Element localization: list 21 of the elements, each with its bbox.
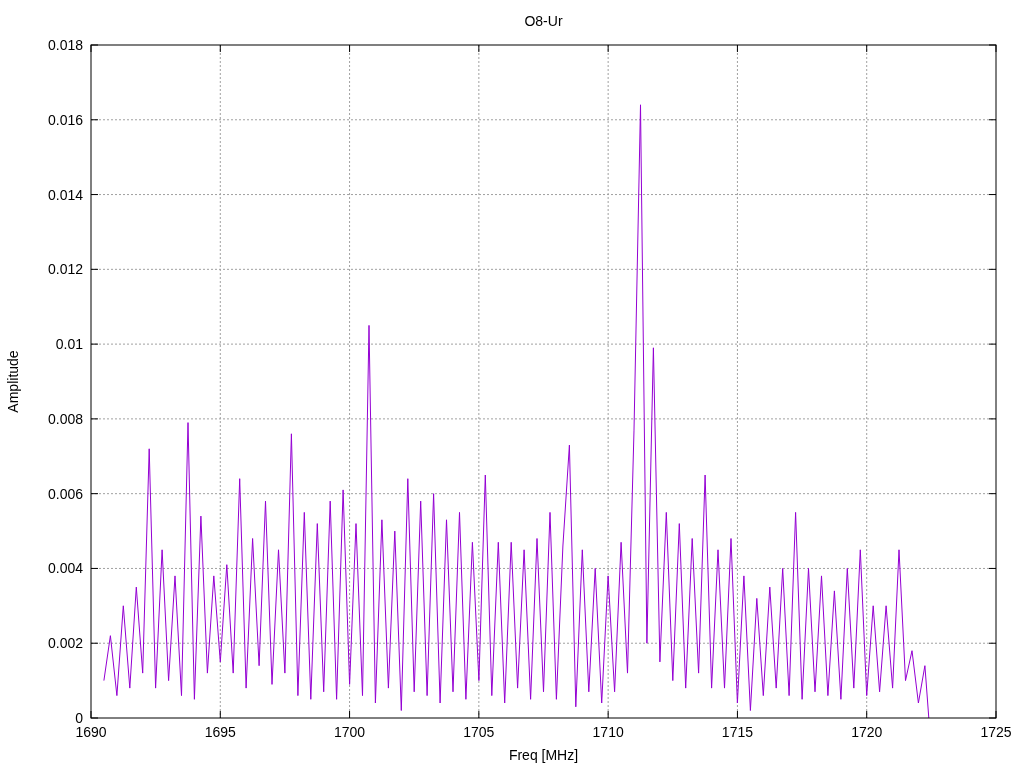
tick-label: 1690 [75,724,107,740]
tick-label: 1725 [980,724,1012,740]
tick-label: 0.008 [47,410,83,427]
tick-label: 1715 [721,724,753,740]
tick-label: 1700 [334,724,366,740]
y-axis-label: Amplitude [5,350,21,413]
tick-label: 0.016 [47,111,83,128]
tick-label: 1720 [851,724,883,740]
chart-title: O8-Ur [524,13,563,29]
tick-label: 0.01 [55,336,83,353]
tick-label: 0.012 [47,261,83,278]
x-axis-label: Freq [MHz] [508,747,579,763]
tick-label: 1710 [592,724,624,740]
tick-label: 0.004 [47,560,83,577]
tick-label: 0.014 [47,186,83,203]
tick-label: 1695 [204,724,236,740]
tick-label: 1705 [463,724,495,740]
tick-label: 0 [75,710,83,726]
tick-label: 0.006 [47,485,83,502]
tick-label: 0.002 [47,635,83,652]
tick-label: 0.018 [47,37,83,53]
